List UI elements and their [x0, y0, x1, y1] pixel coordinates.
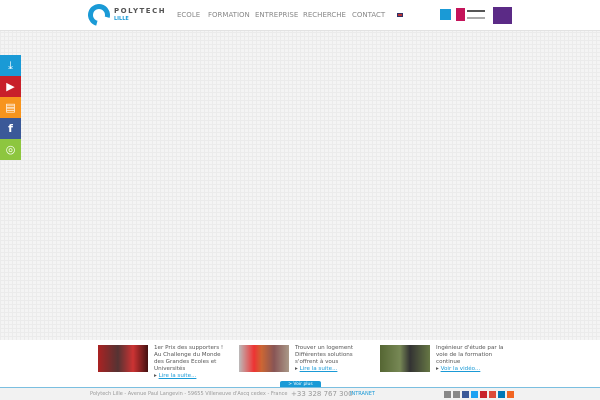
universite-lille-text [467, 10, 485, 19]
logo-name: POLYTECH [114, 7, 167, 15]
news-item: 1er Prix des supporters ! Au Challenge d… [98, 345, 229, 380]
newsletter-icon[interactable] [444, 391, 451, 398]
footer-phone: +33 328 767 300 [291, 390, 353, 398]
document-icon[interactable]: ▤ [0, 97, 21, 118]
footer: Polytech Lille - Avenue Paul Langevin - … [0, 387, 600, 400]
mail-icon[interactable] [453, 391, 460, 398]
logo-ring-icon [83, 0, 115, 31]
afao-logo[interactable] [493, 7, 512, 24]
nav-contact[interactable]: CONTACT [352, 11, 385, 19]
footer-address: Polytech Lille - Avenue Paul Langevin - … [90, 391, 288, 397]
news-image[interactable] [98, 345, 148, 372]
nav-ecole[interactable]: ECOLE [177, 11, 200, 19]
download-icon[interactable]: ⤓ [0, 55, 21, 76]
news-title: 1er Prix des supporters ! Au Challenge d… [154, 345, 224, 372]
nav-formation[interactable]: FORMATION [208, 11, 250, 19]
pinterest-icon[interactable] [480, 391, 487, 398]
nav-entreprise[interactable]: ENTREPRISE [255, 11, 298, 19]
rss-icon[interactable] [507, 391, 514, 398]
play-icon[interactable]: ▶ [0, 76, 21, 97]
location-icon[interactable]: ◎ [0, 139, 21, 160]
polytech-small-logo[interactable] [440, 9, 451, 20]
universite-lille-logo[interactable] [456, 8, 465, 21]
facebook-icon[interactable]: f [0, 118, 21, 139]
news-title: Ingénieur d'étude par la voie de la form… [436, 345, 504, 365]
news-link[interactable]: Voir la vidéo... [441, 366, 481, 372]
polytech-logo[interactable]: POLYTECH LILLE [83, 0, 167, 31]
googleplus-icon[interactable] [489, 391, 496, 398]
twitter-icon[interactable] [471, 391, 478, 398]
news-title: Trouver un logement Différentes solution… [295, 345, 354, 365]
header: POLYTECH LILLE ECOLE FORMATION ENTREPRISE… [0, 0, 600, 31]
news-image[interactable] [239, 345, 289, 372]
news-link[interactable]: Lire la suite... [159, 373, 197, 379]
news-link[interactable]: Lire la suite... [300, 366, 338, 372]
logo-sub: LILLE [114, 16, 129, 22]
english-flag-icon[interactable] [397, 13, 403, 17]
news-strip: 1er Prix des supporters ! Au Challenge d… [0, 340, 600, 387]
intranet-link[interactable]: INTRANET [350, 388, 375, 400]
nav-recherche[interactable]: RECHERCHE [303, 11, 346, 19]
news-image[interactable] [380, 345, 430, 372]
linkedin-icon[interactable] [498, 391, 505, 398]
facebook-icon[interactable] [462, 391, 469, 398]
news-item: Ingénieur d'étude par la voie de la form… [380, 345, 511, 373]
news-item: Trouver un logement Différentes solution… [239, 345, 370, 373]
